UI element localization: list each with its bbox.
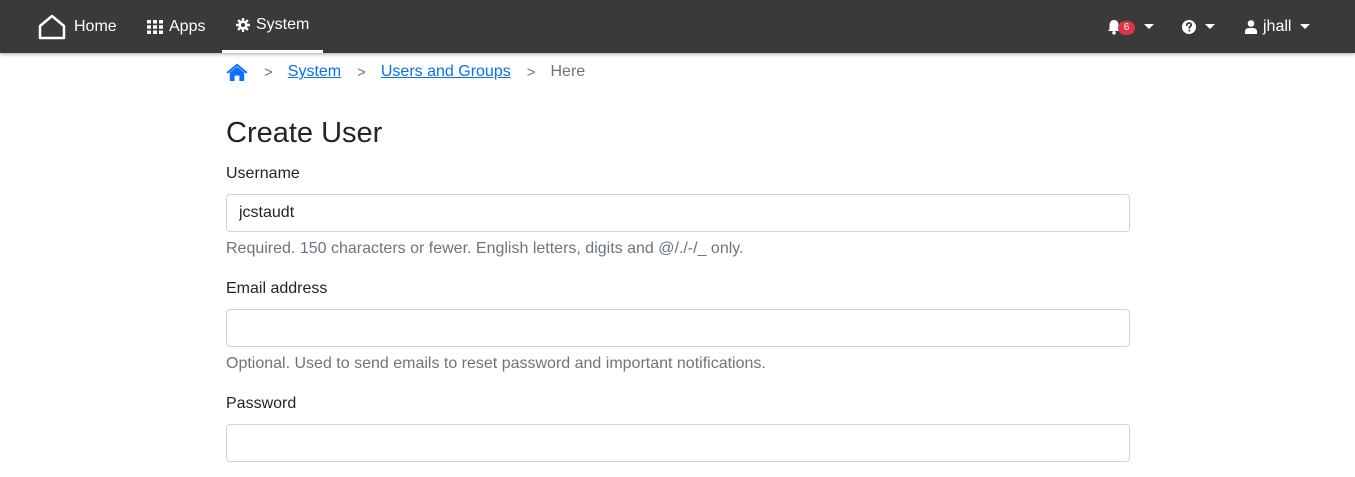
breadcrumb: > System > Users and Groups > Here [226,61,585,83]
chevron-down-icon [1144,24,1154,29]
question-circle-icon [1182,19,1196,34]
user-icon [1245,19,1257,34]
breadcrumb-separator: > [357,63,366,81]
username-label: Username [226,165,300,182]
notification-count-badge: 6 [1118,21,1135,35]
grid-icon [147,19,163,34]
chevron-down-icon [1300,24,1311,29]
email-input[interactable] [226,309,1130,347]
breadcrumb-separator: > [264,63,273,81]
nav-system-link[interactable]: System [222,0,324,53]
username-help-text: Required. 150 characters or fewer. Engli… [226,240,744,257]
nav-home-label: Home [74,17,117,35]
home-outline-icon [38,14,66,40]
chevron-down-icon [1205,24,1215,29]
password-label: Password [226,395,297,412]
user-dropdown[interactable]: jhall [1245,0,1311,53]
page-title: Create User [226,117,383,149]
breadcrumb-current: Here [550,63,586,80]
nav-system-label: System [256,16,310,33]
home-icon[interactable] [226,63,248,81]
username-input[interactable] [226,194,1130,232]
help-dropdown[interactable] [1182,0,1215,53]
breadcrumb-separator: > [526,63,536,81]
nav-apps-link[interactable]: Apps [147,0,205,53]
nav-apps-label: Apps [169,17,206,35]
email-help-text: Optional. Used to send emails to reset p… [226,355,766,372]
email-label: Email address [226,280,328,297]
notifications-dropdown[interactable]: 6 [1107,0,1154,53]
breadcrumb-users-groups-link[interactable]: Users and Groups [381,63,511,81]
gear-icon [236,18,250,32]
password-input[interactable] [226,424,1130,462]
top-navbar: Home Apps System 6 jhall [0,0,1355,53]
breadcrumb-system-link[interactable]: System [288,63,341,81]
nav-home-link[interactable]: Home [38,0,117,53]
user-name-label: jhall [1263,17,1292,35]
